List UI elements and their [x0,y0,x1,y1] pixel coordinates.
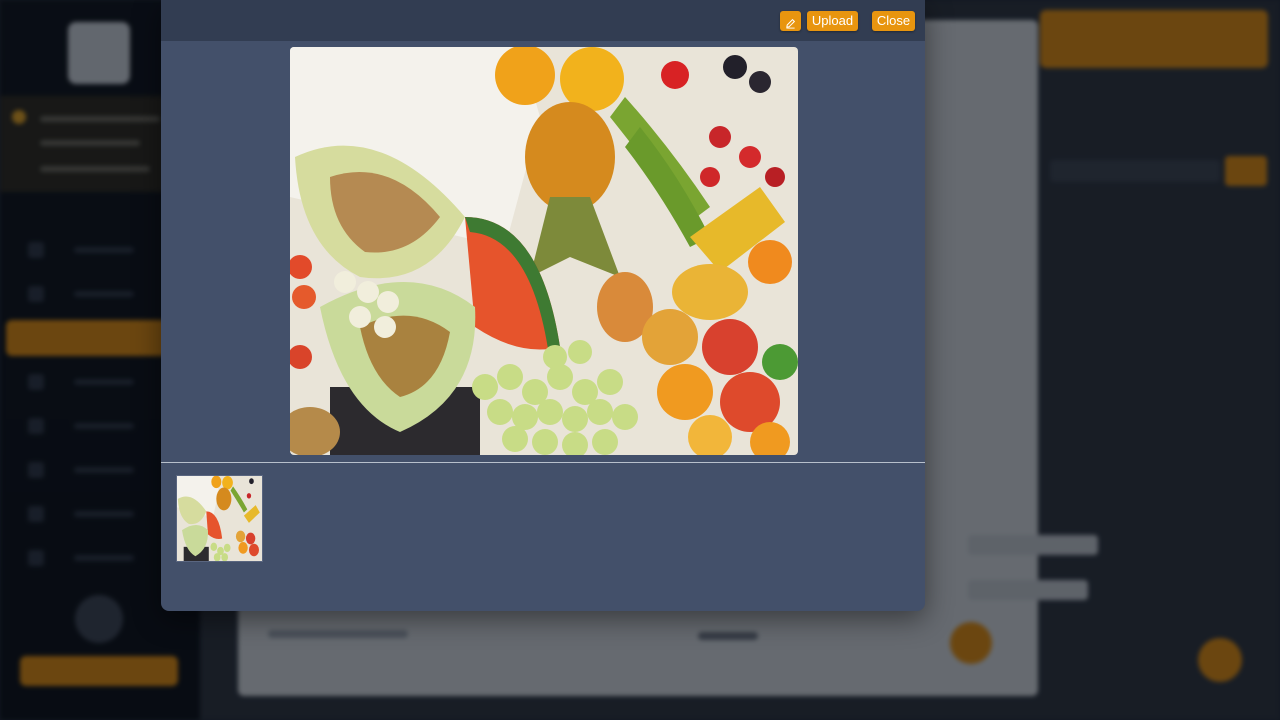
modal-divider [161,462,925,463]
modal-toolbar: Upload Close [161,0,925,41]
edit-button[interactable] [780,11,801,31]
image-viewer-modal: Upload Close [161,0,925,611]
image-thumbnail[interactable] [176,475,263,562]
image-preview [290,47,798,455]
close-button[interactable]: Close [872,11,915,31]
pencil-icon [786,18,796,29]
upload-button[interactable]: Upload [807,11,858,31]
